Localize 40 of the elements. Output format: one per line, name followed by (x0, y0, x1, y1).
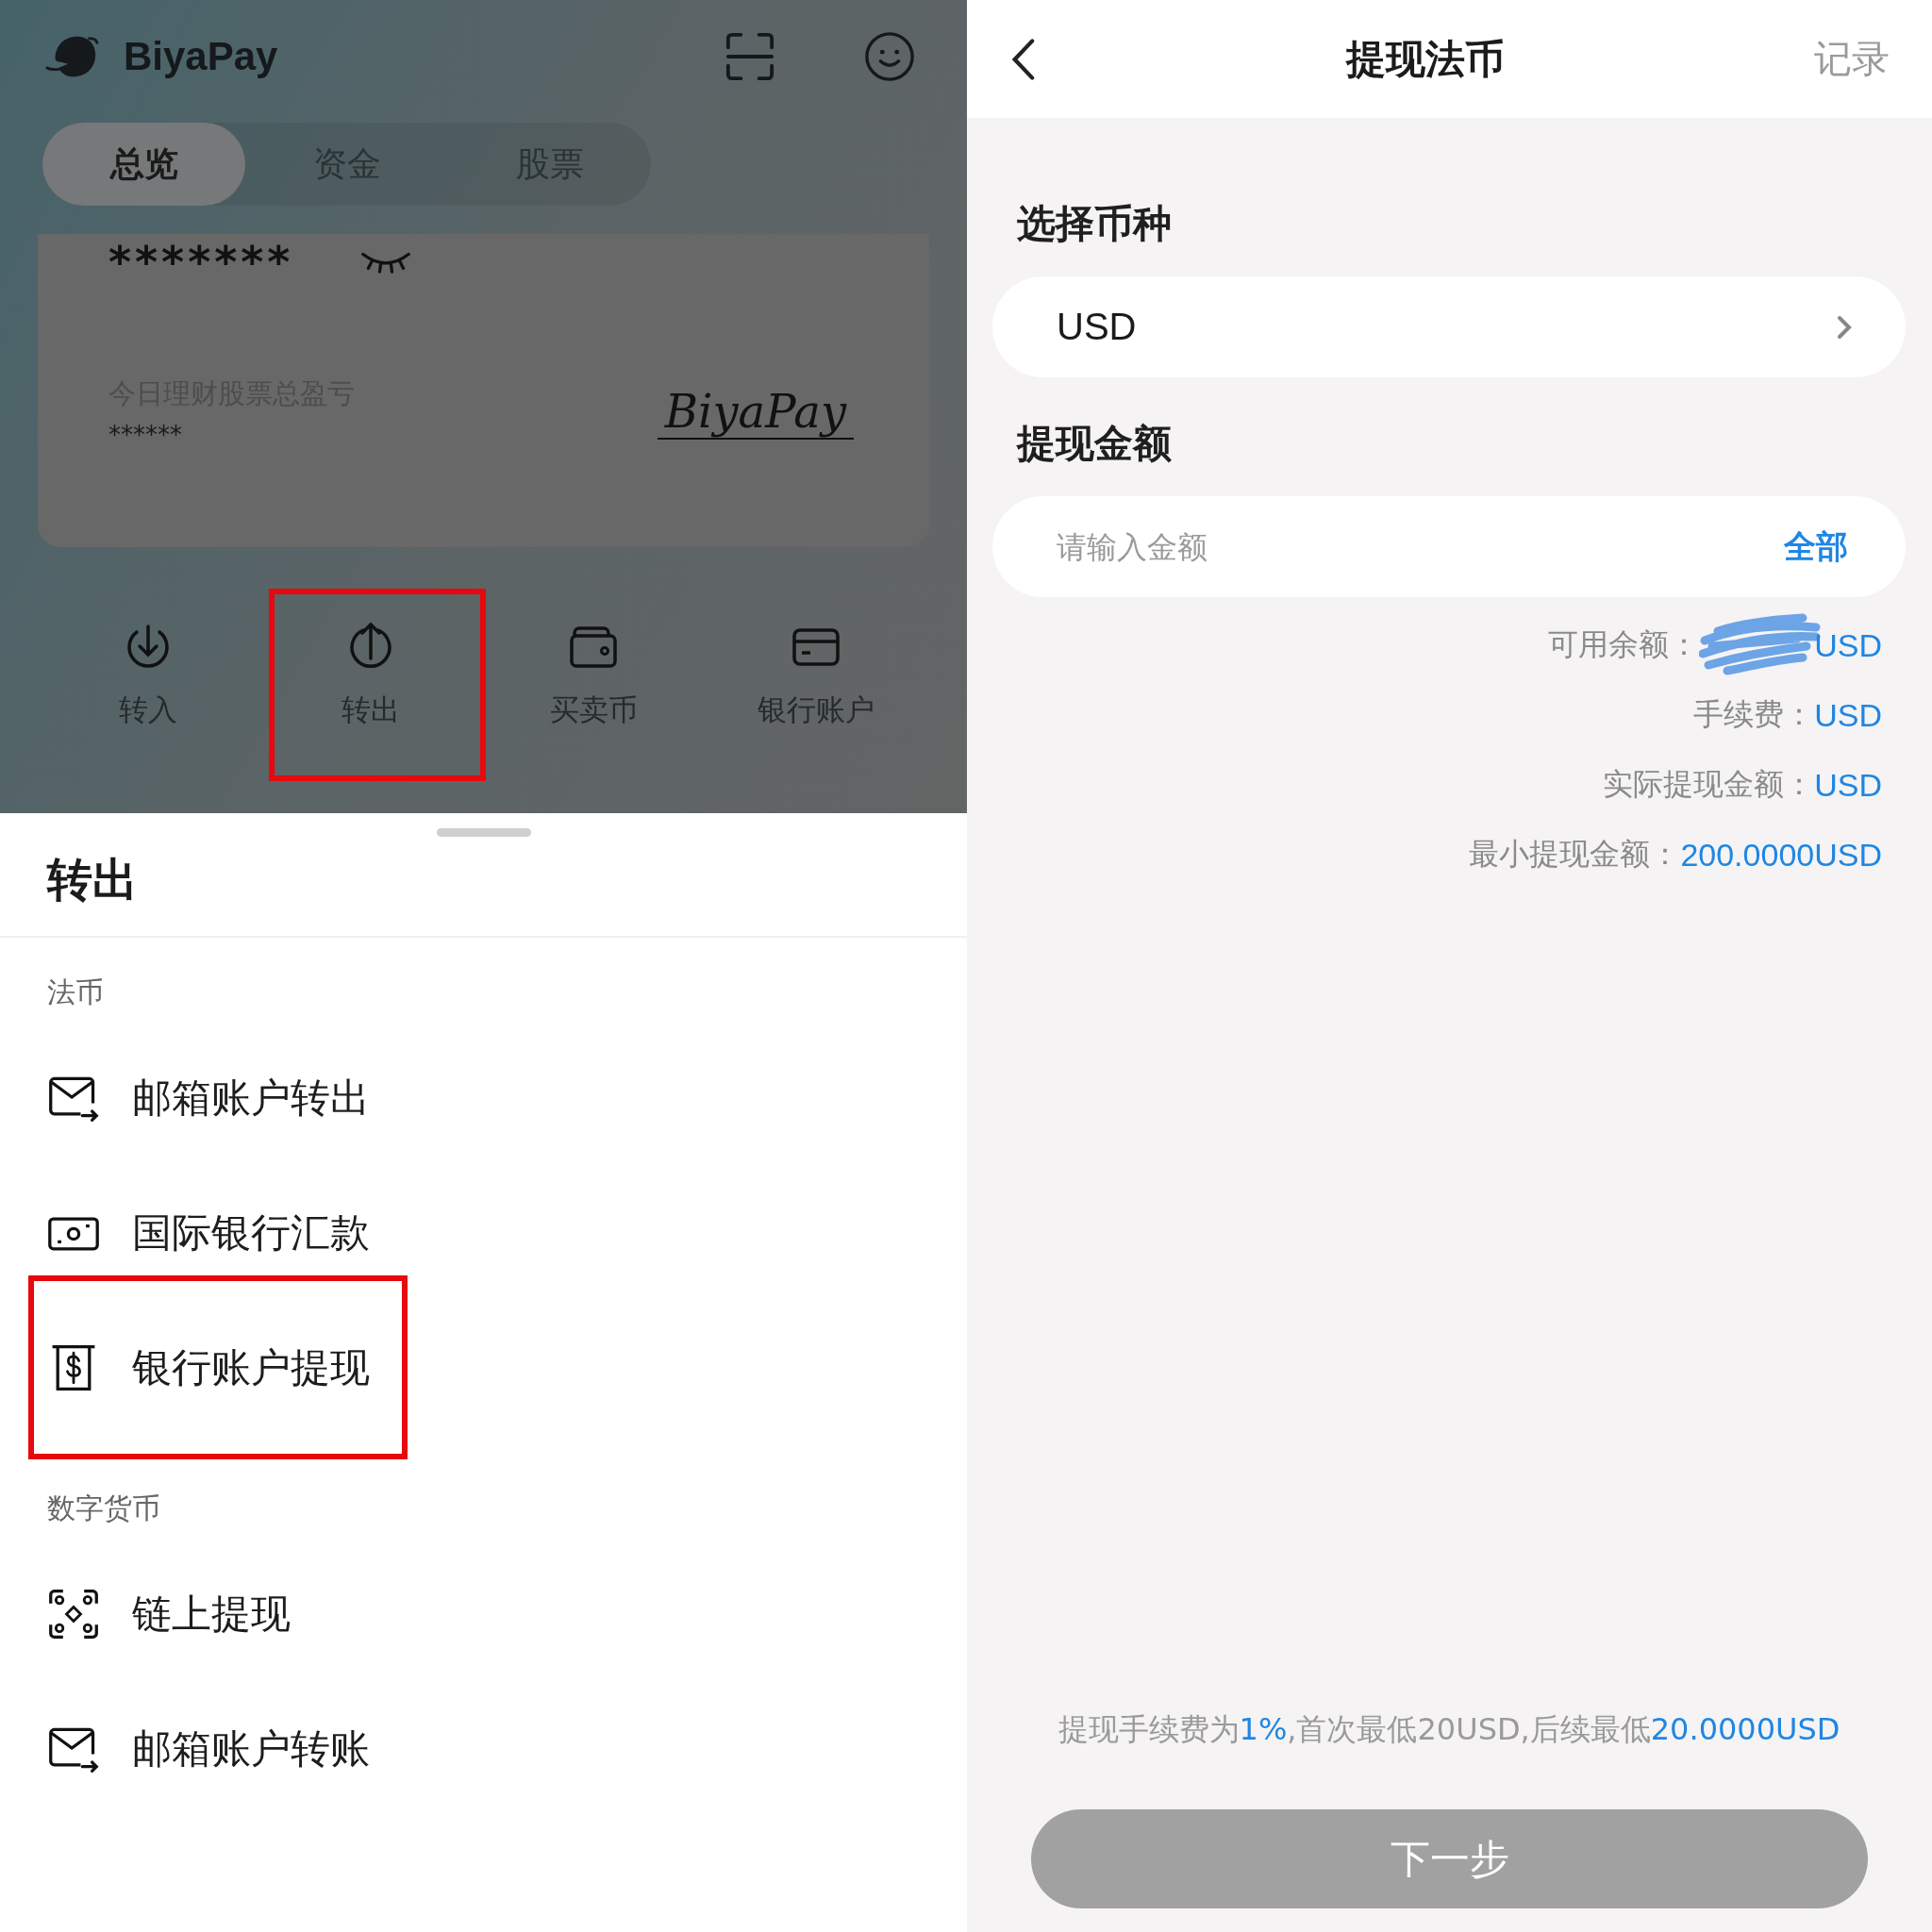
back-icon[interactable] (1009, 36, 1036, 82)
scan-frame-icon (47, 1587, 100, 1641)
tab[interactable]: 总览 (42, 123, 245, 206)
detail-label: 最小提现金额： (1469, 835, 1681, 874)
action-button[interactable]: 转出 (313, 594, 428, 757)
detail-value: USD (1814, 696, 1882, 734)
section-title: 数字货币 (47, 1490, 160, 1526)
next-button[interactable]: 下一步 (1031, 1809, 1868, 1908)
section-title: 法币 (47, 974, 104, 1010)
scan-icon[interactable] (724, 31, 775, 82)
page-title: 提现法币 (1345, 34, 1505, 84)
smiley-icon[interactable] (864, 31, 915, 82)
brand-name: BiyaPay (124, 34, 278, 79)
amount-field[interactable]: 请输入金额 全部 (992, 496, 1906, 597)
detail-value: USD (1814, 766, 1882, 804)
hidden-pnl: ****** (108, 421, 183, 449)
action-button[interactable]: 转入 (91, 594, 206, 757)
detail-value: 200.0000USD (1680, 836, 1882, 874)
drag-handle[interactable] (436, 828, 531, 837)
signature: BiyaPay (657, 385, 854, 440)
sheet-title: 转出 (45, 852, 139, 908)
field-label: 提现金额 (1015, 420, 1173, 468)
detail-label: 可用余额： (1548, 625, 1700, 664)
action-button[interactable]: 买卖币 (521, 594, 666, 757)
detail-label: 实际提现金额： (1603, 765, 1815, 804)
detail-value: USD (1814, 626, 1882, 664)
menu-item[interactable]: 银行账户提现 (47, 1341, 370, 1394)
amount-input[interactable]: 请输入金额 (1057, 528, 1778, 565)
action-button[interactable]: 银行账户 (729, 594, 903, 757)
fee-note: 提现手续费为1%,首次最低20USD,后续最低20.0000USD (1057, 1710, 1841, 1749)
menu-item[interactable]: 邮箱账户转账 (47, 1722, 370, 1775)
detail-label: 手续费： (1693, 695, 1815, 734)
menu-item[interactable]: 链上提现 (47, 1587, 291, 1641)
field-label: 选择币种 (1016, 200, 1173, 248)
records-link[interactable]: 记录 (1814, 33, 1890, 85)
currency-select[interactable]: USD (992, 276, 1906, 377)
menu-item[interactable]: 国际银行汇款 (47, 1206, 370, 1259)
hidden-balance: ******* (108, 236, 294, 290)
menu-item[interactable]: 邮箱账户转出 (47, 1071, 370, 1124)
all-button[interactable]: 全部 (1778, 524, 1854, 570)
